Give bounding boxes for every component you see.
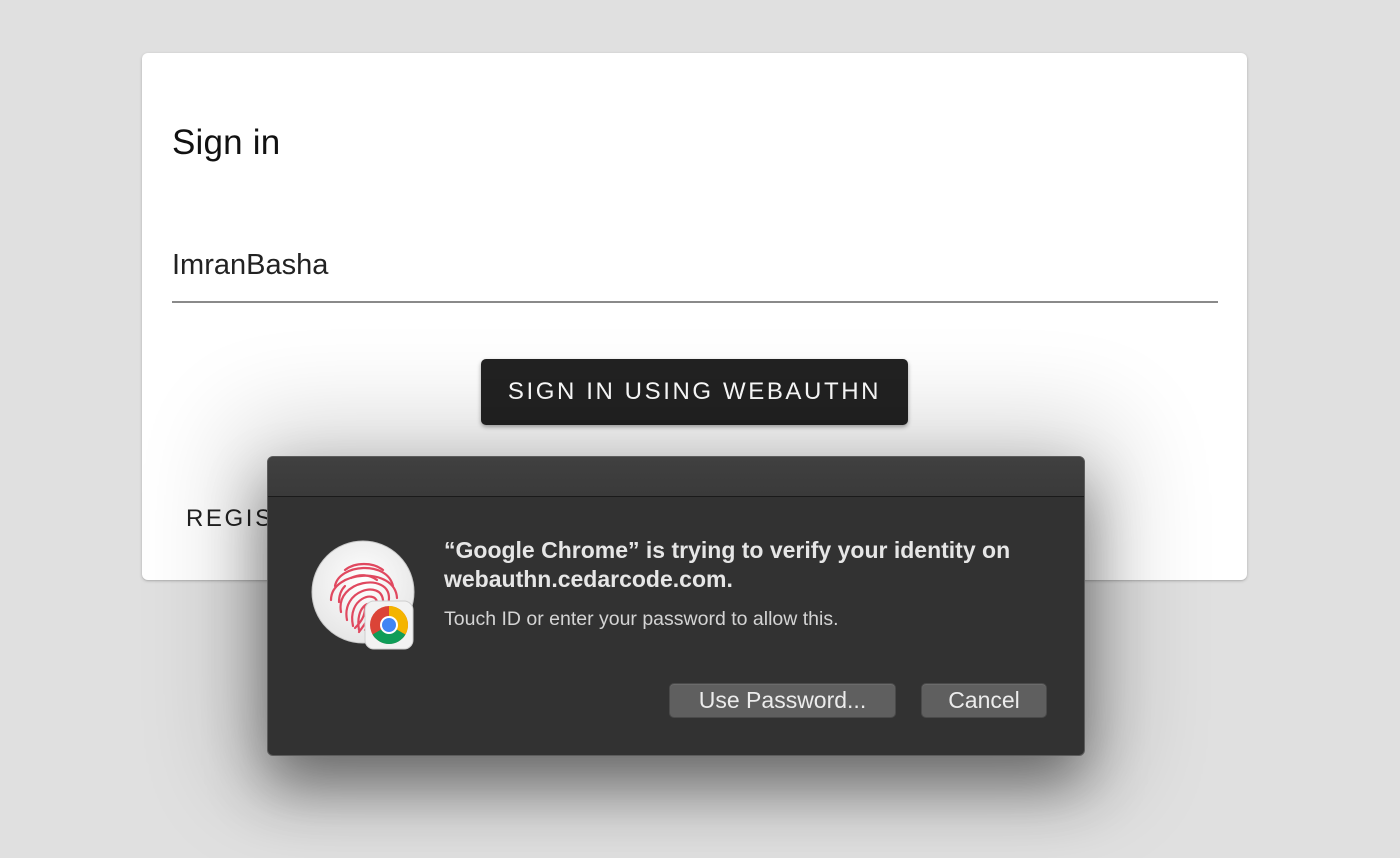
dialog-subtext: Touch ID or enter your password to allow…: [444, 608, 839, 630]
page: Sign in SIGN IN USING WEBAUTHN REGISTER: [0, 0, 1400, 858]
touchid-dialog: “Google Chrome” is trying to verify your…: [267, 456, 1085, 756]
touchid-icon-group: [311, 540, 417, 650]
sign-in-webauthn-button[interactable]: SIGN IN USING WEBAUTHN: [481, 359, 908, 425]
dialog-heading: “Google Chrome” is trying to verify your…: [444, 537, 1011, 592]
chrome-logo-icon: [364, 600, 414, 650]
dialog-titlebar[interactable]: [268, 457, 1084, 497]
username-input[interactable]: [172, 229, 1218, 303]
cancel-button[interactable]: Cancel: [921, 683, 1047, 718]
page-title: Sign in: [172, 123, 281, 162]
use-password-button[interactable]: Use Password...: [669, 683, 896, 718]
